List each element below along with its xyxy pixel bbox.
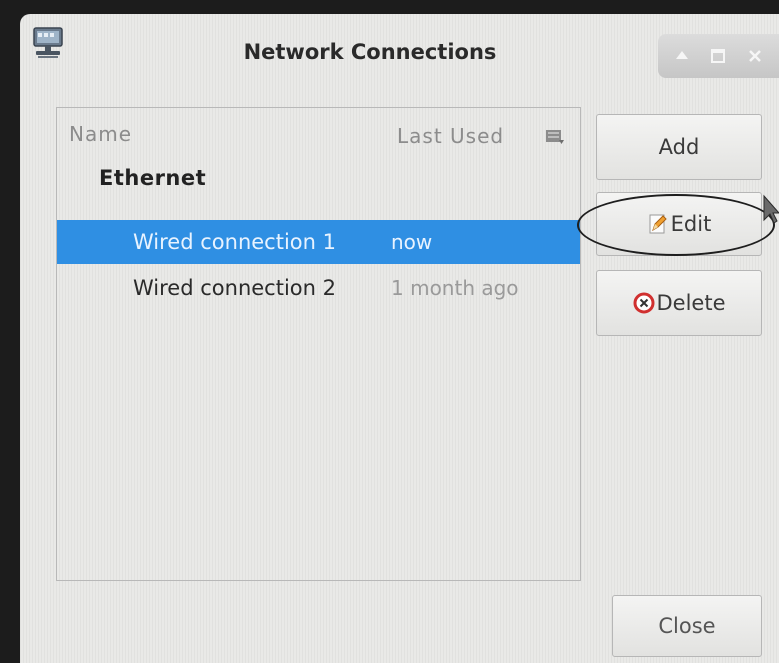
photo-frame: Network Connections Name Last Used Ether… [0,0,779,663]
column-header-last-used[interactable]: Last Used [397,124,504,148]
column-picker-icon[interactable] [545,128,565,146]
window-title: Network Connections [243,40,497,64]
delete-button-label: Delete [656,291,726,315]
close-button-label: Close [658,614,716,638]
list-item[interactable]: Wired connection 2 1 month ago [57,266,580,310]
close-button[interactable]: Close [612,595,762,657]
window-controls [658,34,779,78]
connections-list[interactable]: Name Last Used Ethernet Wired connection… [56,107,581,581]
close-x-icon[interactable] [744,45,766,67]
title-bar[interactable]: Network Connections [20,14,779,94]
maximize-icon[interactable] [707,45,729,67]
delete-button[interactable]: Delete [596,270,762,336]
delete-icon [633,292,654,314]
edit-pencil-icon [649,214,667,234]
add-button[interactable]: Add [596,114,762,180]
mouse-cursor-icon [763,194,779,224]
list-item[interactable]: Wired connection 1 now [57,220,580,264]
network-connections-window: Network Connections Name Last Used Ether… [20,14,779,663]
edit-button[interactable]: Edit [596,192,762,256]
add-button-label: Add [658,135,700,159]
connection-name: Wired connection 1 [133,230,336,254]
group-header-ethernet: Ethernet [99,166,207,190]
connection-last-used: 1 month ago [391,276,519,300]
connection-last-used: now [391,230,433,254]
column-header-name[interactable]: Name [69,122,132,146]
edit-button-label: Edit [670,212,712,236]
up-icon[interactable] [671,45,693,67]
network-app-icon [33,27,63,58]
connection-name: Wired connection 2 [133,276,336,300]
